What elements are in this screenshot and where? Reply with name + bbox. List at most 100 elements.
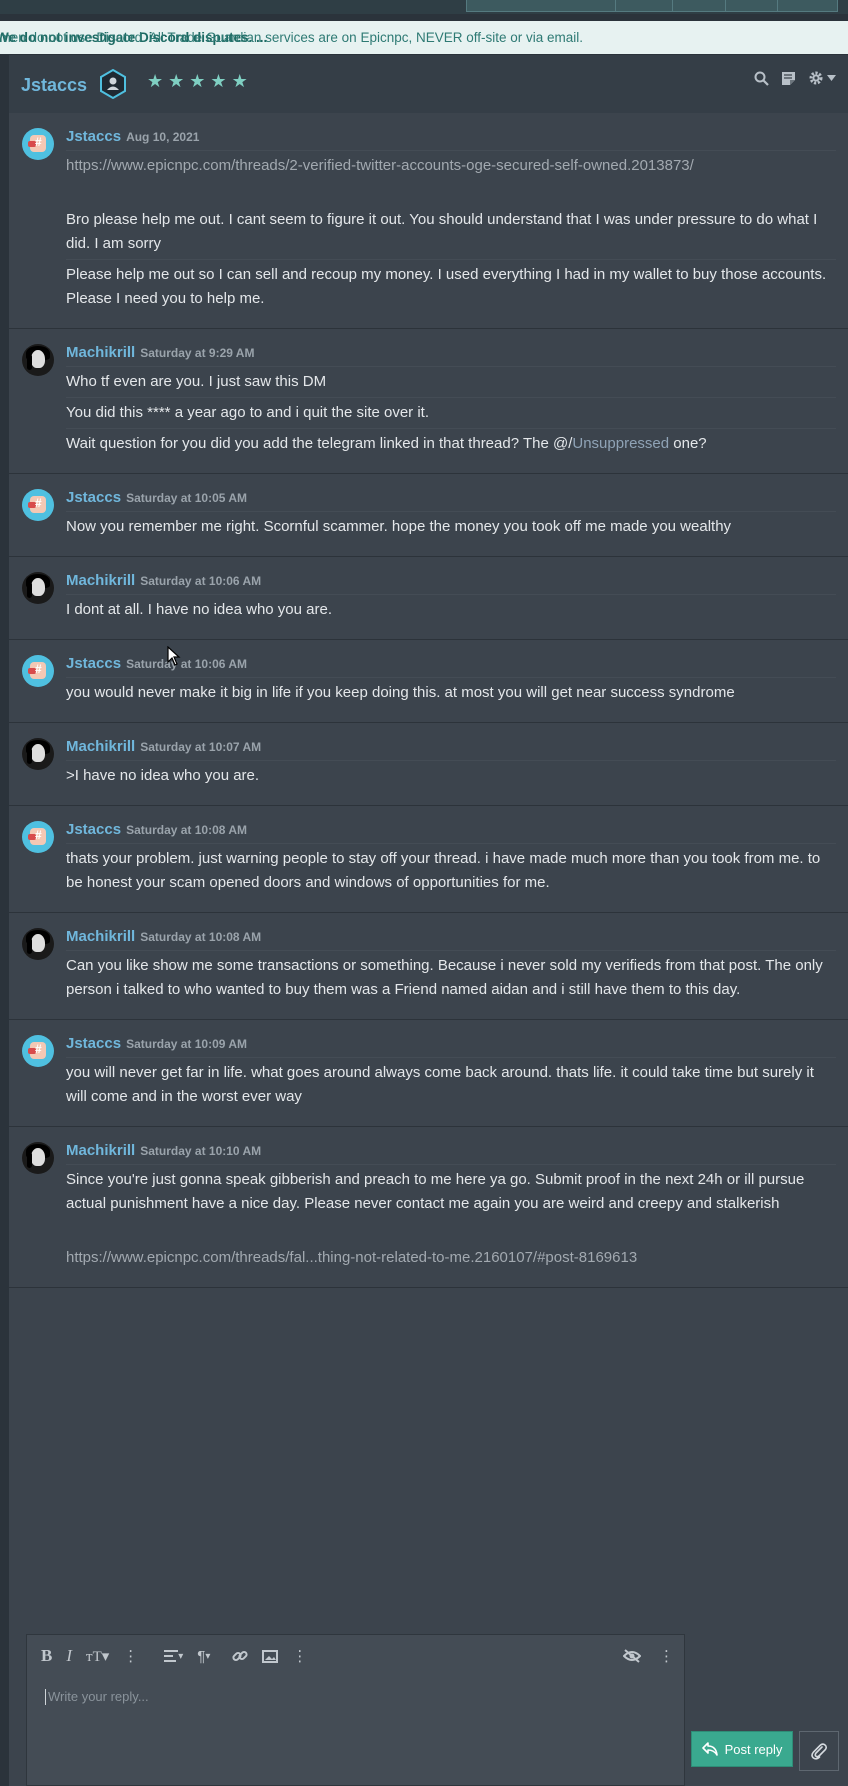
avatar[interactable]: # xyxy=(22,821,54,853)
post-reply-button[interactable]: Post reply xyxy=(691,1731,793,1767)
verified-user-badge-icon xyxy=(100,69,126,99)
message-text: Can you like show me some transactions o… xyxy=(66,950,836,1005)
message-meta: Jstaccs Saturday at 10:05 AM xyxy=(66,489,836,507)
message: # Jstaccs Saturday at 10:08 AM thats your p… xyxy=(9,806,848,913)
message-text: you would never make it big in life if y… xyxy=(66,677,836,708)
message-meta: Jstaccs Aug 10, 2021 xyxy=(66,128,836,146)
message-timestamp[interactable]: Saturday at 10:05 AM xyxy=(126,491,247,505)
message-timestamp[interactable]: Saturday at 10:10 AM xyxy=(140,1144,261,1158)
message: Machikrill Saturday at 10:06 AM I dont at … xyxy=(9,557,848,640)
note-icon[interactable] xyxy=(781,71,796,86)
message: Machikrill Saturday at 9:29 AM Who tf even… xyxy=(9,329,848,474)
avatar[interactable] xyxy=(22,572,54,604)
star-icon: ★ xyxy=(168,71,185,91)
rating-stars: ★ ★ ★ ★ ★ xyxy=(147,72,248,90)
image-icon[interactable] xyxy=(262,1649,279,1663)
avatar[interactable] xyxy=(22,1142,54,1174)
message-text: you will never get far in life. what goe… xyxy=(66,1057,836,1112)
message-meta: Jstaccs Saturday at 10:08 AM xyxy=(66,821,836,839)
star-icon: ★ xyxy=(147,71,164,91)
reply-input[interactable]: Write your reply... xyxy=(45,1689,149,1705)
settings-menu[interactable] xyxy=(808,70,836,86)
gear-icon xyxy=(809,71,823,85)
avatar[interactable] xyxy=(22,344,54,376)
search-icon[interactable] xyxy=(754,71,769,86)
message-timestamp[interactable]: Saturday at 10:07 AM xyxy=(140,740,261,754)
notice-text: emen do not use Discord. All Trade Guard… xyxy=(0,30,584,45)
align-left-icon xyxy=(164,1650,179,1662)
italic-button[interactable]: I xyxy=(66,1646,72,1666)
mouse-cursor-icon xyxy=(167,646,181,666)
avatar[interactable]: # xyxy=(22,128,54,160)
message-meta: Machikrill Saturday at 10:10 AM xyxy=(66,1142,836,1160)
message-text: Bro please help me out. I cant seem to f… xyxy=(66,211,818,252)
message-author[interactable]: Machikrill xyxy=(66,1142,135,1159)
preview-toggle-icon[interactable] xyxy=(623,1649,641,1663)
message-meta: Machikrill Saturday at 10:07 AM xyxy=(66,738,836,756)
message-author[interactable]: Jstaccs xyxy=(66,655,121,672)
message-timestamp[interactable]: Saturday at 9:29 AM xyxy=(140,346,254,360)
bold-button[interactable]: B xyxy=(41,1646,52,1666)
message-text: You did this **** a year ago to and i qu… xyxy=(66,397,836,428)
message-meta: Machikrill Saturday at 10:06 AM xyxy=(66,572,836,590)
message-timestamp[interactable]: Aug 10, 2021 xyxy=(126,130,199,144)
message-text-part: Wait question for you did you add the te… xyxy=(66,435,573,452)
link-icon[interactable] xyxy=(232,1648,248,1664)
caret-down-icon xyxy=(827,75,836,81)
star-icon: ★ xyxy=(231,71,248,91)
conversation-partner-name[interactable]: Jstaccs xyxy=(21,75,87,96)
message-timestamp[interactable]: Saturday at 10:06 AM xyxy=(140,574,261,588)
top-tab-bar xyxy=(466,0,838,12)
paperclip-icon xyxy=(811,1743,828,1760)
avatar[interactable] xyxy=(22,738,54,770)
message: Machikrill Saturday at 10:10 AM Since you'… xyxy=(9,1127,848,1288)
message: # Jstaccs Saturday at 10:06 AM you would ne… xyxy=(9,640,848,723)
message-text: Now you remember me right. Scornful scam… xyxy=(66,511,836,542)
avatar[interactable]: # xyxy=(22,489,54,521)
message-author[interactable]: Jstaccs xyxy=(66,1035,121,1052)
message-text: Who tf even are you. I just saw this DM xyxy=(66,366,836,397)
message-text: Please help me out so I can sell and rec… xyxy=(66,259,836,314)
message-author[interactable]: Machikrill xyxy=(66,572,135,589)
paragraph-button[interactable]: ¶ ▾ xyxy=(197,1648,210,1665)
site-notice: emen do not use Discord. All Trade Guard… xyxy=(0,21,848,54)
message-author[interactable]: Machikrill xyxy=(66,344,135,361)
post-reply-label: Post reply xyxy=(724,1741,783,1757)
avatar[interactable] xyxy=(22,928,54,960)
avatar[interactable]: # xyxy=(22,655,54,687)
align-button[interactable]: ▾ xyxy=(164,1650,183,1662)
message-timestamp[interactable]: Saturday at 10:08 AM xyxy=(126,823,247,837)
avatar[interactable]: # xyxy=(22,1035,54,1067)
more-text-options-icon[interactable]: ⋮ xyxy=(123,1647,138,1665)
attach-files-button[interactable] xyxy=(799,1731,839,1771)
message-link[interactable]: https://www.epicnpc.com/threads/2-verifi… xyxy=(66,150,836,181)
message-list: # Jstaccs Aug 10, 2021 https://www.epicnpc.… xyxy=(9,113,848,1786)
star-icon: ★ xyxy=(189,71,206,91)
message-timestamp[interactable]: Saturday at 10:09 AM xyxy=(126,1037,247,1051)
text-size-button[interactable]: тT▾ xyxy=(86,1647,109,1666)
more-options-icon[interactable]: ⋮ xyxy=(659,1647,674,1665)
message-link[interactable]: https://www.epicnpc.com/threads/fal...th… xyxy=(66,1243,836,1273)
message-timestamp[interactable]: Saturday at 10:08 AM xyxy=(140,930,261,944)
message-author[interactable]: Machikrill xyxy=(66,738,135,755)
message-author[interactable]: Jstaccs xyxy=(66,821,121,838)
header-actions xyxy=(754,70,836,86)
message-author[interactable]: Jstaccs xyxy=(66,489,121,506)
message: Machikrill Saturday at 10:07 AM >I have no… xyxy=(9,723,848,806)
message-timestamp[interactable]: Saturday at 10:06 AM xyxy=(126,657,247,671)
message-meta: Machikrill Saturday at 9:29 AM xyxy=(66,344,836,362)
reply-editor[interactable]: B I тT▾ ⋮ ▾ ¶ ▾ ⋮ ⋮ Write your reply... xyxy=(26,1634,685,1786)
message-text-part: one? xyxy=(669,435,707,452)
reply-icon xyxy=(701,1742,718,1756)
message-author[interactable]: Jstaccs xyxy=(66,128,121,145)
editor-toolbar: B I тT▾ ⋮ ▾ ¶ ▾ ⋮ ⋮ xyxy=(27,1635,684,1677)
message: # Jstaccs Saturday at 10:09 AM you will nev… xyxy=(9,1020,848,1127)
more-insert-options-icon[interactable]: ⋮ xyxy=(292,1647,307,1665)
star-icon: ★ xyxy=(210,71,227,91)
message-text: thats your problem. just warning people … xyxy=(66,843,836,898)
message-meta: Machikrill Saturday at 10:08 AM xyxy=(66,928,836,946)
user-mention[interactable]: Unsuppressed xyxy=(572,435,669,452)
message-author[interactable]: Machikrill xyxy=(66,928,135,945)
